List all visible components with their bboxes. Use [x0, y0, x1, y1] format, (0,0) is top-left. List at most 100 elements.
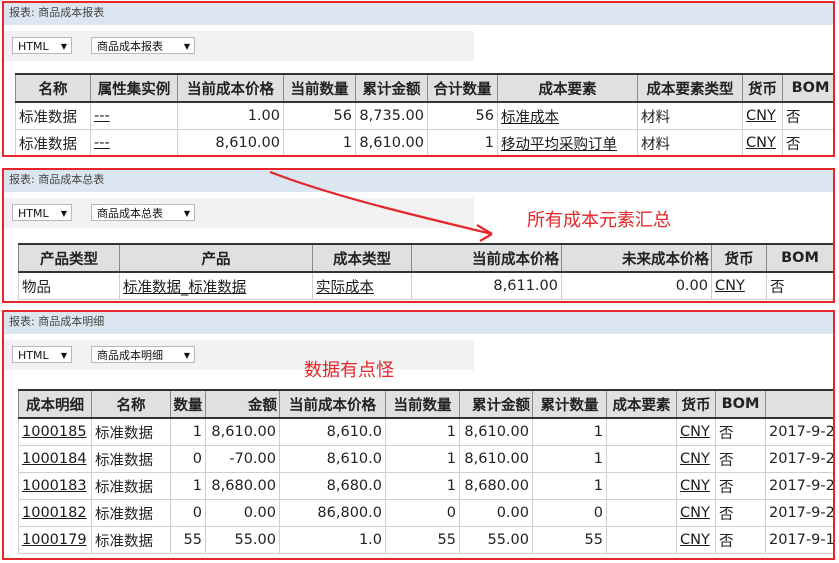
report-select[interactable]: 商品成本总表 ▼	[91, 204, 195, 221]
column-header[interactable]: 金额	[205, 389, 280, 419]
table-cell[interactable]: 实际成本	[312, 271, 412, 300]
format-select[interactable]: HTML ▼	[12, 346, 72, 363]
column-header[interactable]: 当前数量	[385, 389, 460, 419]
column-header[interactable]: 名称	[91, 389, 171, 419]
table-cell[interactable]: 1000183	[18, 472, 92, 500]
column-header[interactable]: 成本要素	[497, 73, 638, 103]
column-header[interactable]: 产品类型	[18, 243, 120, 273]
table-row: 物品 标准数据_标准数据 实际成本 8,611.00 0.00 CNY 否	[18, 271, 833, 300]
table-cell[interactable]: CNY	[676, 472, 716, 500]
column-header[interactable]: 货币	[676, 389, 716, 419]
annotation-text: 所有成本元素汇总	[527, 210, 671, 231]
report-toolbar: HTML ▼ 商品成本报表 ▼	[4, 25, 833, 65]
table-cell[interactable]: 移动平均采购订单	[497, 129, 638, 155]
column-header[interactable]: 成本类型	[312, 243, 412, 273]
format-select[interactable]: HTML ▼	[12, 37, 72, 54]
column-header[interactable]: 货币	[742, 73, 783, 103]
format-select-value: HTML	[18, 349, 49, 362]
column-header[interactable]: 数量	[170, 389, 206, 419]
cell-link[interactable]: 标准数据_标准数据	[123, 280, 246, 296]
table-row: 1000185 标准数据 1 8,610.00 8,610.0 1 8,610.00 1 CNY…	[18, 417, 833, 446]
column-header[interactable]: BOM	[766, 243, 833, 273]
column-header[interactable]: 货币	[711, 243, 767, 273]
table-cell: 1	[385, 472, 460, 500]
table-cell: 否	[715, 526, 766, 554]
table-cell[interactable]: CNY	[676, 526, 716, 554]
table-cell[interactable]: 标准成本	[497, 101, 638, 130]
table-cell[interactable]: CNY	[742, 129, 783, 155]
table-row: 标准数据 --- 1.00 56 8,735.00 56 标准成本 材料 CNY 否	[15, 101, 833, 130]
table-cell: 标准数据	[91, 526, 171, 554]
table-cell[interactable]: 1000185	[18, 417, 92, 446]
format-select[interactable]: HTML ▼	[12, 204, 72, 221]
cell-link[interactable]: ---	[94, 108, 110, 124]
cell-link[interactable]: 1000182	[22, 505, 87, 521]
cell-link[interactable]: 移动平均采购订单	[501, 137, 617, 153]
table-cell	[606, 445, 677, 473]
column-header[interactable]: 合计数量	[427, 73, 498, 103]
table-cell[interactable]: 1000182	[18, 499, 92, 527]
cell-link[interactable]: 1000185	[22, 424, 87, 440]
table-cell[interactable]: 1000179	[18, 526, 92, 554]
table-cell[interactable]: 标准数据_标准数据	[119, 271, 313, 300]
cell-link[interactable]: 实际成本	[316, 280, 374, 296]
cell-link[interactable]: CNY	[746, 108, 776, 124]
column-header[interactable]: 当前成本价格	[177, 73, 284, 103]
table-cell[interactable]: CNY	[742, 101, 783, 130]
column-header[interactable]: 当前成本价格	[411, 243, 562, 273]
cell-link[interactable]: CNY	[680, 505, 710, 521]
column-header[interactable]: 成本要素	[606, 389, 677, 419]
column-header[interactable]: BOM	[782, 73, 833, 103]
cell-link[interactable]: 1000179	[22, 532, 87, 548]
table-cell[interactable]: CNY	[676, 417, 716, 446]
table-cell[interactable]: ---	[90, 129, 178, 155]
table-cell[interactable]: CNY	[676, 445, 716, 473]
table-cell[interactable]: CNY	[676, 499, 716, 527]
cell-link[interactable]: CNY	[715, 278, 745, 294]
column-header[interactable]: 累计金额	[355, 73, 428, 103]
chevron-down-icon: ▼	[60, 42, 67, 51]
table-cell[interactable]: CNY	[711, 271, 767, 300]
cell-link[interactable]: CNY	[680, 451, 710, 467]
cell-link[interactable]: 1000184	[22, 451, 87, 467]
cell-link[interactable]: CNY	[680, 424, 710, 440]
table-cell: 1	[170, 472, 206, 500]
column-header[interactable]: 产品	[119, 243, 313, 273]
column-header[interactable]	[765, 389, 833, 419]
chevron-down-icon: ▼	[183, 209, 190, 218]
table-cell[interactable]: 1000184	[18, 445, 92, 473]
cell-link[interactable]: CNY	[680, 532, 710, 548]
table-cell: 0	[385, 499, 460, 527]
table-cell: 0	[532, 499, 607, 527]
cell-link[interactable]: CNY	[680, 478, 710, 494]
table-cell: 55	[532, 526, 607, 554]
column-header[interactable]: 累计数量	[532, 389, 607, 419]
column-header[interactable]: 累计金额	[459, 389, 533, 419]
table-cell: 否	[715, 472, 766, 500]
column-header[interactable]: 当前数量	[283, 73, 356, 103]
table-cell: 55	[170, 526, 206, 554]
report-select-value: 商品成本明细	[97, 349, 163, 362]
cell-link[interactable]: 1000183	[22, 478, 87, 494]
report-select[interactable]: 商品成本明细 ▼	[91, 346, 195, 363]
cost-summary-table: 产品类型 产品 成本类型 当前成本价格 未来成本价格 货币 BOM 物品 标准数据_标准数据 实际…	[18, 243, 833, 300]
report-select[interactable]: 商品成本报表 ▼	[91, 37, 195, 54]
column-header[interactable]: 当前成本价格	[279, 389, 386, 419]
column-header[interactable]: 名称	[15, 73, 91, 103]
annotation-text: 数据有点怪	[304, 360, 394, 381]
column-header[interactable]: 属性集实例	[90, 73, 178, 103]
table-cell[interactable]: ---	[90, 101, 178, 130]
column-header[interactable]: BOM	[715, 389, 766, 419]
column-header[interactable]: 成本明细	[18, 389, 92, 419]
column-header[interactable]: 未来成本价格	[561, 243, 712, 273]
table-cell: 2017-9-2	[765, 472, 833, 500]
cell-link[interactable]: CNY	[746, 135, 776, 151]
table-cell: 1	[283, 129, 356, 155]
table-cell: 8,610.00	[459, 417, 533, 446]
cell-link[interactable]: 标准成本	[501, 110, 559, 126]
column-header[interactable]: 成本要素类型	[637, 73, 743, 103]
table-cell: 1	[385, 445, 460, 473]
cell-link[interactable]: ---	[94, 135, 110, 151]
table-cell: 55.00	[459, 526, 533, 554]
format-select-value: HTML	[18, 207, 49, 220]
